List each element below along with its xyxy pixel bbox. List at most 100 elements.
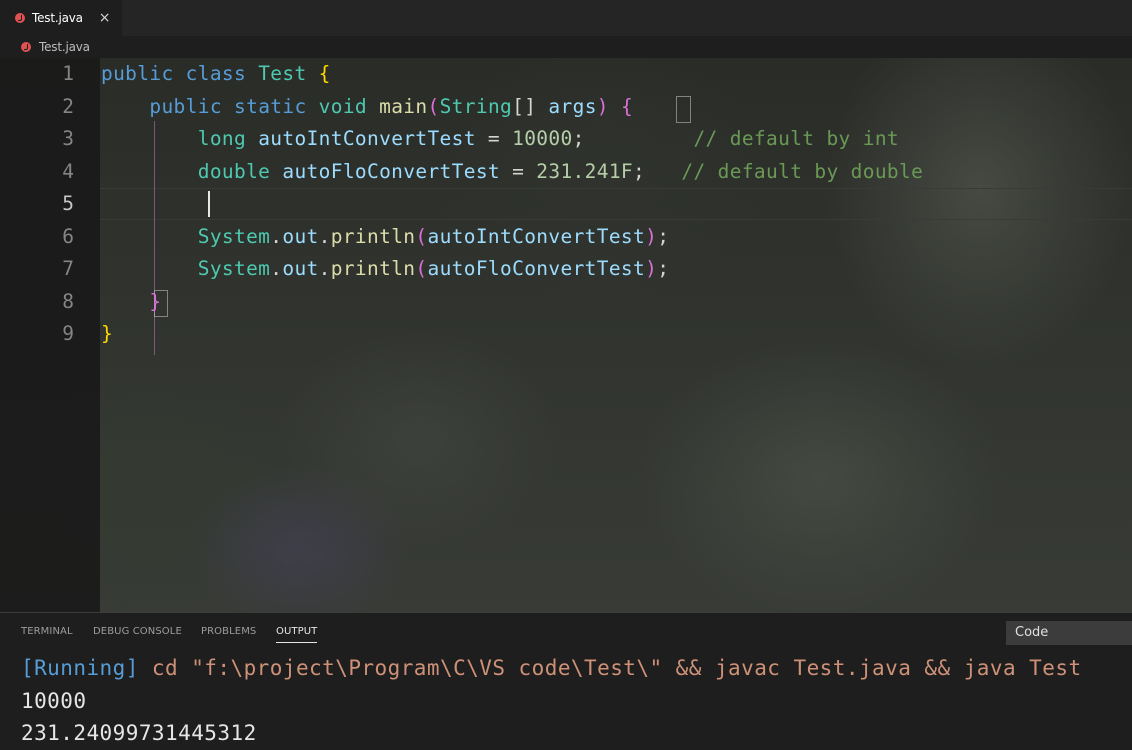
- java-file-icon: [15, 13, 25, 23]
- code-token: }: [101, 322, 114, 345]
- code-token: ): [645, 257, 658, 280]
- code-token: static: [234, 94, 307, 118]
- code-line: System.out.println(autoIntConvertTest);: [101, 221, 669, 254]
- code-token: {: [620, 94, 634, 118]
- code-token: ;: [657, 257, 670, 280]
- line-number: 7: [62, 257, 74, 280]
- tab-problems[interactable]: PROBLEMS: [201, 626, 256, 642]
- output-line: 10000: [21, 689, 87, 713]
- line-number: 1: [62, 62, 74, 85]
- current-line-highlight: [100, 188, 1132, 220]
- code-token: autoFloConvertTest: [427, 257, 646, 280]
- code-token: (: [427, 94, 440, 118]
- tab-terminal[interactable]: TERMINAL: [21, 626, 73, 642]
- code-token: public: [149, 94, 222, 118]
- code-token: long: [197, 127, 247, 150]
- code-token: .: [270, 257, 283, 280]
- output-running-line: [Running] cd "f:\project\Program\C\VS co…: [21, 652, 1082, 685]
- code-token: ;: [633, 159, 682, 183]
- code-token: println: [330, 224, 416, 248]
- code-line: public static void main(String[] args) {: [101, 91, 633, 124]
- code-line: double autoFloConvertTest = 231.241F; //…: [101, 156, 923, 189]
- code-token: (: [415, 257, 428, 280]
- text-cursor: [208, 191, 210, 217]
- code-token: System: [197, 224, 271, 248]
- line-number: 3: [62, 127, 74, 150]
- code-line: public class Test {: [101, 58, 331, 91]
- code-token: }: [149, 289, 162, 313]
- code-token: ;: [657, 224, 670, 248]
- code-editor[interactable]: 1 2 3 4 5 6 7 8 9 public class Test { public sta…: [0, 58, 1132, 612]
- editor-tab-bar: Test.java ×: [0, 0, 1132, 36]
- code-token: (: [415, 224, 428, 248]
- code-token: ): [596, 94, 609, 118]
- tab-output[interactable]: OUTPUT: [276, 626, 318, 643]
- code-line: }: [101, 318, 113, 351]
- code-token: =: [500, 159, 537, 183]
- code-token: 10000: [512, 127, 573, 150]
- code-line: System.out.println(autoFloConvertTest);: [101, 253, 669, 286]
- tab-debug-console[interactable]: DEBUG CONSOLE: [93, 626, 182, 642]
- code-token: println: [330, 257, 416, 280]
- code-token: String: [439, 94, 513, 118]
- code-token: public: [101, 62, 174, 85]
- matched-brace-open: [676, 96, 691, 123]
- code-token: double: [197, 159, 271, 183]
- code-line: }: [101, 286, 161, 319]
- output-line: 231.24099731445312: [21, 721, 257, 745]
- code-token: .: [318, 224, 331, 248]
- code-token: main: [379, 94, 428, 118]
- close-icon[interactable]: ×: [99, 11, 111, 25]
- code-token: 231.241F: [536, 159, 634, 183]
- code-token: autoIntConvertTest: [258, 127, 476, 150]
- bottom-panel: TERMINAL DEBUG CONSOLE PROBLEMS OUTPUT C…: [0, 612, 1132, 749]
- code-token: out: [282, 257, 319, 280]
- code-token: autoIntConvertTest: [427, 224, 646, 248]
- java-file-icon: [21, 42, 31, 52]
- line-number: 5: [62, 192, 74, 215]
- output-channel-select[interactable]: Code: [1006, 621, 1132, 645]
- code-token: autoFloConvertTest: [282, 159, 500, 183]
- code-token: // default by double: [681, 159, 924, 183]
- code-token: // default by int: [693, 127, 899, 150]
- line-number: 6: [62, 224, 74, 248]
- code-token: System: [197, 257, 271, 280]
- code-line: long autoIntConvertTest = 10000; // defa…: [101, 123, 899, 156]
- running-tag: [Running]: [21, 656, 139, 680]
- tab-label: Test.java: [32, 11, 83, 25]
- code-token: ;: [572, 127, 694, 150]
- code-token: .: [270, 224, 283, 248]
- code-token: .: [318, 257, 331, 280]
- line-number: 2: [62, 94, 74, 118]
- tab-test-java[interactable]: Test.java ×: [0, 0, 122, 36]
- line-number: 9: [62, 322, 74, 345]
- code-token: ): [645, 224, 658, 248]
- code-token: args: [548, 94, 597, 118]
- code-token: void: [318, 94, 368, 118]
- breadcrumb-item-file[interactable]: Test.java: [39, 40, 90, 54]
- code-token: {: [318, 62, 331, 85]
- code-token: =: [475, 127, 513, 150]
- run-command: cd "f:\project\Program\C\VS code\Test\" …: [138, 656, 1082, 680]
- code-token: class: [185, 62, 247, 85]
- line-number: 8: [62, 289, 74, 313]
- code-token: Test: [258, 62, 307, 85]
- code-token: out: [282, 224, 319, 248]
- breadcrumb: Test.java: [0, 36, 1132, 58]
- code-token: []: [512, 94, 549, 118]
